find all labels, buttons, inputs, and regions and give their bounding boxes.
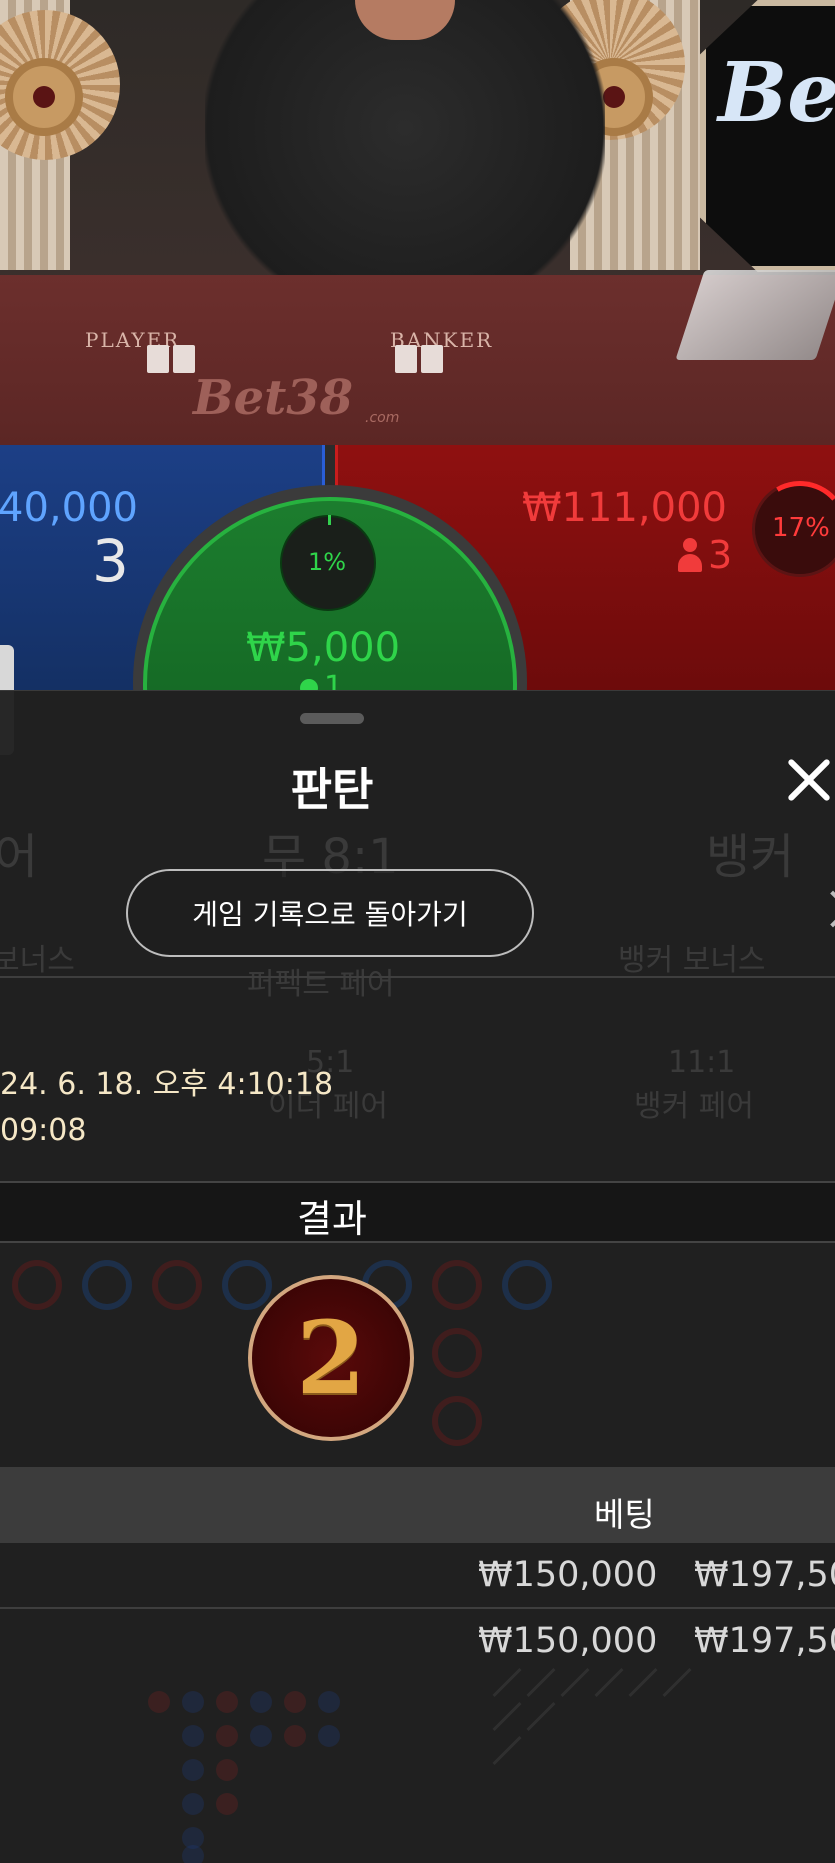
bead-road-mark — [432, 1328, 482, 1378]
result-number: 2 — [296, 1299, 366, 1417]
bead-road-mark — [432, 1396, 482, 1446]
betting-board: 40,000 3 ₩111,000 3 17% 1% ₩5,000 1 — [0, 445, 835, 690]
tie-bettor-count-wrap: 1 — [300, 670, 343, 690]
bet-payout: ₩197,50 — [694, 1621, 835, 1661]
chevron-right-icon[interactable] — [814, 890, 835, 928]
divider — [0, 976, 835, 978]
live-video-feed: Be PLAYER BANKER Bet38 .com — [0, 0, 835, 445]
ghost-player-label: 어 — [0, 817, 38, 887]
dealer — [205, 0, 605, 320]
round-datetime: 24. 6. 18. 오후 4:10:18 — [0, 1067, 334, 1102]
back-to-history-button[interactable]: 게임 기록으로 돌아가기 — [126, 869, 534, 957]
banker-bettor-count-wrap: 3 — [676, 533, 732, 577]
ghost-player-bonus: 보너스 — [0, 943, 75, 978]
banker-bettor-count: 3 — [708, 533, 733, 577]
tie-total-amount: ₩5,000 — [246, 625, 401, 671]
ghost-banker-bonus: 뱅커 보너스 — [618, 943, 766, 978]
card-shoe — [675, 270, 835, 360]
ghost-banker-pair: 뱅커 페어 — [634, 1089, 754, 1124]
ghost-perfect-pair: 퍼펙트 페어 — [247, 967, 395, 1002]
banker-cards — [395, 345, 443, 373]
player-cards — [147, 345, 195, 373]
bet-payout: ₩197,50 — [694, 1555, 835, 1595]
close-button[interactable] — [786, 756, 832, 802]
bet-table-header — [0, 1467, 835, 1543]
brand-logo: Be — [718, 45, 835, 141]
bead-road-mark — [82, 1260, 132, 1310]
bet-amount: ₩150,000 — [478, 1621, 658, 1661]
bet-amount: ₩150,000 — [478, 1555, 658, 1595]
round-detail-sheet: 어 무 8:1 뱅커 보너스 퍼펙트 페어 뱅커 보너스 5:1 이더 페어 1… — [0, 690, 835, 1863]
player-total-amount: 40,000 — [0, 485, 138, 531]
bet-column-header: 베팅 — [594, 1495, 655, 1534]
person-dot-icon — [300, 678, 318, 690]
banker-total-amount: ₩111,000 — [522, 485, 727, 531]
bead-road-mark — [152, 1260, 202, 1310]
sheet-title: 판탄 — [290, 763, 374, 816]
bead-road-mark — [12, 1260, 62, 1310]
result-number-badge: 2 — [248, 1275, 414, 1441]
table-logo-sub: .com — [365, 410, 400, 426]
bead-road-mark — [222, 1260, 272, 1310]
tie-percent: 1% — [308, 548, 347, 576]
round-duration: 09:08 — [0, 1113, 87, 1148]
table-logo: Bet38 — [193, 370, 354, 426]
divider — [0, 1607, 835, 1609]
result-label: 결과 — [297, 1197, 367, 1241]
sheet-drag-handle[interactable] — [300, 713, 364, 724]
bead-road-mark — [432, 1260, 482, 1310]
player-bettor-count: 3 — [92, 527, 129, 595]
tie-bettor-count: 1 — [324, 670, 344, 690]
ghost-banker-label: 뱅커 — [706, 829, 795, 885]
decor-medallion-left — [5, 58, 83, 136]
person-icon — [676, 538, 704, 572]
ghost-banker-pair-odds: 11:1 — [668, 1045, 736, 1080]
banker-percent: 17% — [772, 513, 830, 543]
bead-road-mark — [502, 1260, 552, 1310]
